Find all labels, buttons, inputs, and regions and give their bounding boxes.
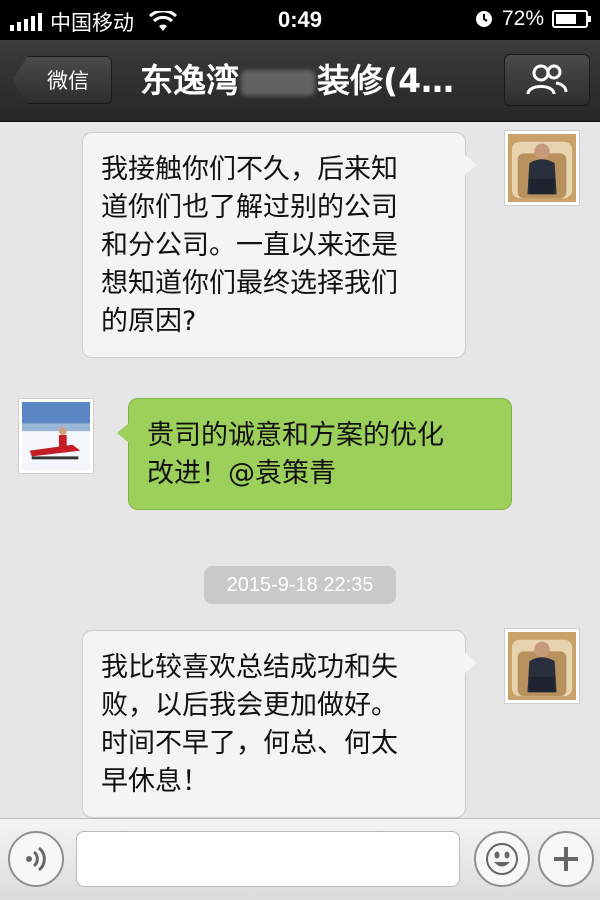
message-line: 我比较喜欢总结成功和失 (101, 652, 398, 683)
chat-title-suffix: 装修(4… (317, 61, 455, 100)
redacted-blur (241, 69, 315, 96)
message-input[interactable] (76, 831, 460, 887)
battery-fill (556, 14, 577, 24)
group-icon (526, 64, 568, 95)
back-button[interactable]: 微信 (12, 56, 112, 104)
voice-button[interactable] (8, 831, 64, 887)
message-line: 时间不早了，何总、何太 (101, 728, 398, 759)
message-line: 道你们也了解过别的公司 (101, 192, 398, 223)
message-line: 改进！@袁策青 (147, 458, 336, 489)
message-line: 和分公司。一直以来还是 (101, 230, 398, 261)
message-bubble-incoming[interactable]: 我接触你们不久，后来知 道你们也了解过别的公司 和分公司。一直以来还是 想知道你… (82, 132, 477, 358)
status-right: 72% (474, 7, 591, 31)
group-members-button[interactable] (504, 54, 590, 106)
alarm-clock-icon (475, 11, 492, 27)
emoji-icon (486, 843, 518, 875)
message-line: 想知道你们最终选择我们 (101, 268, 398, 299)
man-in-armchair-photo (508, 134, 576, 202)
message-bubble-incoming[interactable]: 我比较喜欢总结成功和失 败，以后我会更加做好。 时间不早了，何总、何太 早休息！ (82, 630, 477, 818)
message-line: 我接触你们不久，后来知 (101, 154, 398, 185)
status-bar: 中国移动 0:49 72% (0, 0, 600, 40)
man-in-armchair-photo (508, 632, 576, 700)
snowmobile-photo (22, 402, 90, 470)
avatar[interactable] (504, 628, 580, 704)
plus-icon (554, 847, 578, 871)
chat-area[interactable]: 我接触你们不久，后来知 道你们也了解过别的公司 和分公司。一直以来还是 想知道你… (0, 122, 600, 818)
chat-title-prefix: 东逸湾 (140, 61, 239, 100)
message-line: 贵司的诚意和方案的优化 (147, 420, 444, 451)
input-bar (0, 818, 600, 900)
avatar[interactable] (18, 398, 94, 474)
avatar[interactable] (504, 130, 580, 206)
message-bubble-outgoing[interactable]: 贵司的诚意和方案的优化 改进！@袁策青 (117, 398, 512, 510)
battery-icon (552, 10, 591, 28)
message-line: 的原因? (101, 306, 197, 337)
nav-bar: 微信 东逸湾 装修(4… (0, 40, 600, 122)
voice-icon (26, 846, 46, 872)
message-line: 败，以后我会更加做好。 (101, 690, 398, 721)
message-line: 早休息！ (101, 766, 209, 797)
emoji-button[interactable] (474, 831, 530, 887)
timestamp: 2015-9-18 22:35 (204, 566, 396, 604)
more-button[interactable] (538, 831, 594, 887)
back-button-label: 微信 (47, 69, 89, 93)
chat-title: 东逸湾 装修(4… (140, 58, 488, 104)
battery-percent: 72% (501, 7, 544, 30)
